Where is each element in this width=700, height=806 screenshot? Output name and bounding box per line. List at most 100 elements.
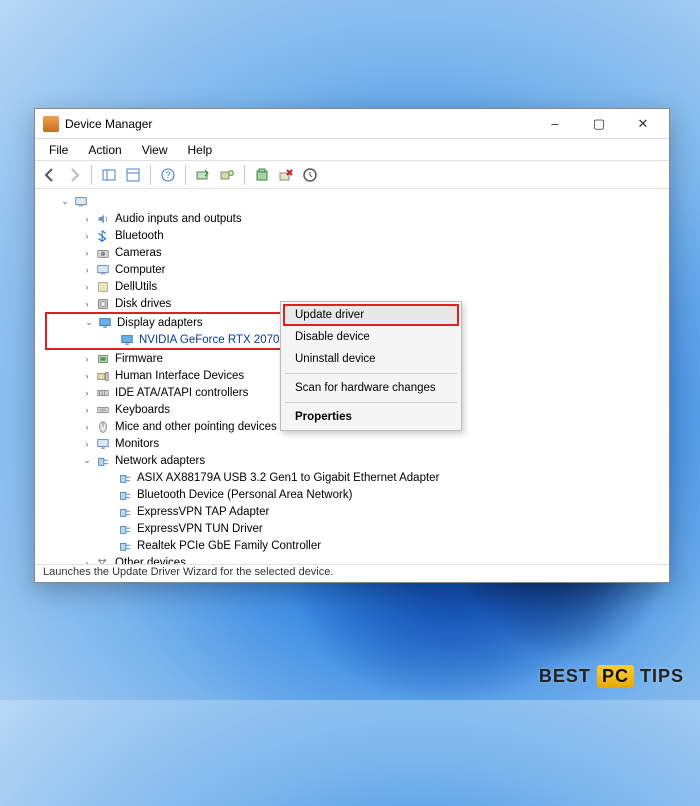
tree-category-bluetooth[interactable]: › Bluetooth	[45, 227, 669, 244]
toolbar-separator	[185, 165, 186, 185]
expand-icon[interactable]: ›	[81, 558, 93, 565]
expand-icon[interactable]: ›	[81, 231, 93, 241]
tree-device[interactable]: ExpressVPN TUN Driver	[45, 520, 669, 537]
svg-text:?: ?	[165, 170, 170, 180]
menu-view[interactable]: View	[132, 140, 178, 160]
expand-icon[interactable]: ›	[81, 405, 93, 415]
tree-category-label: IDE ATA/ATAPI controllers	[115, 387, 248, 399]
menu-action[interactable]: Action	[78, 140, 131, 160]
other-icon	[95, 556, 111, 565]
app-icon	[43, 116, 59, 132]
disable-button[interactable]	[299, 164, 321, 186]
titlebar[interactable]: Device Manager – ▢ ✕	[35, 109, 669, 139]
expand-icon[interactable]: ›	[81, 265, 93, 275]
tree-device-label: Bluetooth Device (Personal Area Network)	[137, 489, 352, 501]
audio-icon	[95, 212, 111, 226]
computer-icon	[73, 195, 89, 209]
device-manager-window: Device Manager – ▢ ✕ File Action View He…	[34, 108, 670, 583]
tree-category-label: Cameras	[115, 247, 162, 259]
expand-icon[interactable]: ›	[81, 282, 93, 292]
watermark-prefix: BEST	[539, 666, 591, 686]
add-legacy-button[interactable]	[216, 164, 238, 186]
mouse-icon	[95, 420, 111, 434]
computer-icon	[95, 263, 111, 277]
menu-file[interactable]: File	[39, 140, 78, 160]
tree-device-label: ASIX AX88179A USB 3.2 Gen1 to Gigabit Et…	[137, 472, 439, 484]
tree-category-label: Audio inputs and outputs	[115, 213, 242, 225]
scan-hardware-button[interactable]	[192, 164, 214, 186]
toolbar-separator	[244, 165, 245, 185]
network-icon	[117, 522, 133, 536]
camera-icon	[95, 246, 111, 260]
firmware-icon	[95, 352, 111, 366]
display-icon	[97, 316, 113, 330]
network-icon	[117, 471, 133, 485]
hid-icon	[95, 369, 111, 383]
tree-category-camera[interactable]: › Cameras	[45, 244, 669, 261]
tree-category-computer[interactable]: › Computer	[45, 261, 669, 278]
tree-category-label: Display adapters	[117, 317, 203, 329]
watermark-suffix: TIPS	[640, 666, 684, 686]
toolbar: ?	[35, 161, 669, 189]
display-icon	[119, 333, 135, 347]
watermark: BEST PC TIPS	[539, 665, 684, 688]
expand-icon[interactable]: ›	[81, 354, 93, 364]
context-scan-hardware[interactable]: Scan for hardware changes	[283, 377, 459, 399]
tree-device[interactable]: ASIX AX88179A USB 3.2 Gen1 to Gigabit Et…	[45, 469, 669, 486]
expand-icon[interactable]: ›	[81, 422, 93, 432]
keyboard-icon	[95, 403, 111, 417]
tree-category-label: Computer	[115, 264, 166, 276]
tree-category-other[interactable]: ›Other devices	[45, 554, 669, 564]
context-properties[interactable]: Properties	[283, 406, 459, 428]
tree-category-label: DellUtils	[115, 281, 157, 293]
context-update-driver[interactable]: Update driver	[283, 304, 459, 326]
show-hide-tree-button[interactable]	[98, 164, 120, 186]
expand-icon[interactable]: ›	[81, 371, 93, 381]
expand-icon[interactable]: ›	[81, 248, 93, 258]
watermark-pc: PC	[597, 665, 634, 688]
minimize-button[interactable]: –	[533, 110, 577, 138]
update-driver-button[interactable]	[251, 164, 273, 186]
monitor-icon	[95, 437, 111, 451]
network-icon	[117, 539, 133, 553]
window-title: Device Manager	[65, 117, 533, 131]
context-menu: Update driver Disable device Uninstall d…	[280, 301, 462, 431]
expand-icon[interactable]: ›	[81, 439, 93, 449]
tree-device-label: ExpressVPN TAP Adapter	[137, 506, 269, 518]
tree-category-dell[interactable]: › DellUtils	[45, 278, 669, 295]
collapse-icon[interactable]: ⌄	[83, 317, 95, 328]
tree-root[interactable]: ⌄	[45, 193, 669, 210]
tree-device[interactable]: Bluetooth Device (Personal Area Network)	[45, 486, 669, 503]
tree-category-label: Monitors	[115, 438, 159, 450]
toolbar-separator	[91, 165, 92, 185]
context-uninstall-device[interactable]: Uninstall device	[283, 348, 459, 370]
maximize-button[interactable]: ▢	[577, 110, 621, 138]
network-icon	[95, 454, 111, 468]
tree-category-network[interactable]: ⌄ Network adapters	[45, 452, 669, 469]
context-disable-device[interactable]: Disable device	[283, 326, 459, 348]
collapse-icon[interactable]: ⌄	[59, 196, 71, 207]
expand-icon[interactable]: ›	[81, 299, 93, 309]
status-bar: Launches the Update Driver Wizard for th…	[35, 564, 669, 582]
menu-help[interactable]: Help	[178, 140, 223, 160]
expand-icon[interactable]: ⌄	[81, 455, 93, 466]
tree-category-label: Mice and other pointing devices	[115, 421, 277, 433]
tree-category-label: Bluetooth	[115, 230, 164, 242]
tree-category-monitor[interactable]: › Monitors	[45, 435, 669, 452]
help-button[interactable]: ?	[157, 164, 179, 186]
tree-category-audio[interactable]: › Audio inputs and outputs	[45, 210, 669, 227]
network-icon	[117, 505, 133, 519]
close-button[interactable]: ✕	[621, 110, 665, 138]
expand-icon[interactable]: ›	[81, 214, 93, 224]
properties-button[interactable]	[122, 164, 144, 186]
device-tree[interactable]: ⌄ › Audio inputs and outputs › Bluetooth › Ca…	[35, 189, 669, 564]
forward-button[interactable]	[63, 164, 85, 186]
context-separator	[285, 373, 457, 374]
tree-category-label: Network adapters	[115, 455, 205, 467]
tree-device-label: ExpressVPN TUN Driver	[137, 523, 263, 535]
back-button[interactable]	[39, 164, 61, 186]
tree-device[interactable]: ExpressVPN TAP Adapter	[45, 503, 669, 520]
tree-device[interactable]: Realtek PCIe GbE Family Controller	[45, 537, 669, 554]
expand-icon[interactable]: ›	[81, 388, 93, 398]
uninstall-button[interactable]	[275, 164, 297, 186]
